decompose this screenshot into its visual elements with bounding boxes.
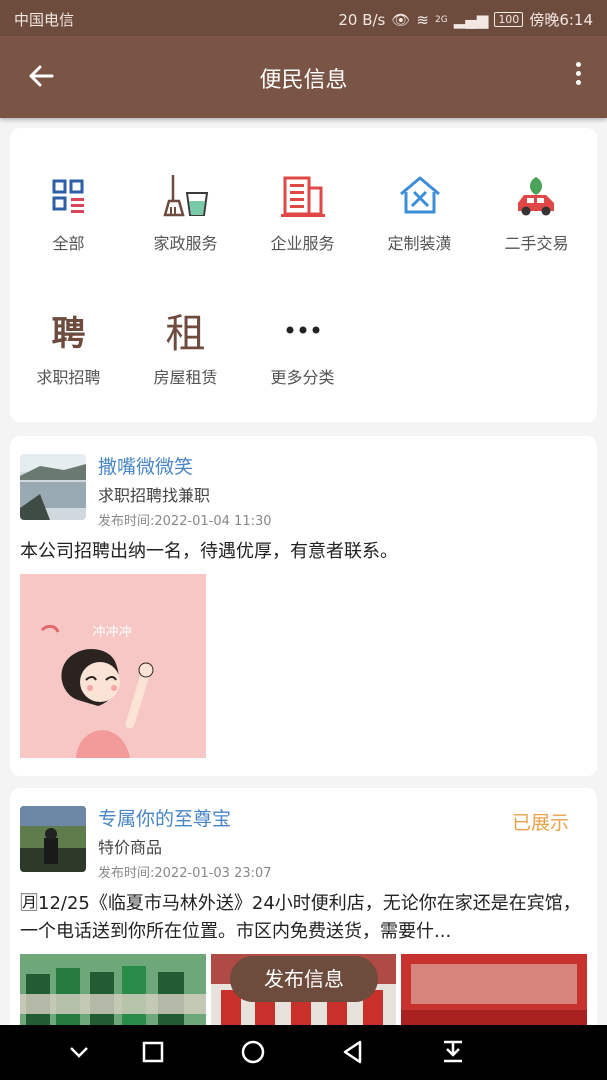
grid-list-icon bbox=[45, 172, 93, 220]
eye-icon: 👁 bbox=[391, 10, 411, 29]
avatar[interactable] bbox=[20, 806, 86, 872]
category-label: 家政服务 bbox=[153, 234, 218, 253]
category-label: 求职招聘 bbox=[36, 368, 101, 387]
category-grid: 全部 家政服务 企业服务 定制装潢 二手交易 聘 求职招聘 租 房屋租赁 更多分… bbox=[10, 128, 597, 422]
broom-bucket-icon bbox=[162, 172, 210, 220]
category-more[interactable]: 更多分类 bbox=[244, 306, 361, 388]
category-label: 房屋租赁 bbox=[153, 368, 218, 387]
post-category: 特价商品 bbox=[98, 838, 163, 857]
recents-square-icon[interactable] bbox=[138, 1037, 168, 1067]
post-username[interactable]: 撒嘴微微笑 bbox=[98, 452, 193, 479]
office-building-icon bbox=[279, 172, 327, 220]
post-content: 🈷12/25《临夏市马林外送》24小时便利店，无论你在家还是在宾馆，一个电话送到… bbox=[20, 893, 581, 942]
app-bar: 便民信息 bbox=[0, 36, 607, 118]
category-label: 企业服务 bbox=[270, 234, 335, 253]
category-housekeeping[interactable]: 家政服务 bbox=[127, 172, 244, 254]
house-rent-char-icon: 租 bbox=[165, 311, 206, 357]
post-time: 发布时间:2022-01-03 23:07 bbox=[98, 866, 272, 881]
wifi-icon: ≋ bbox=[416, 10, 429, 29]
more-menu-icon[interactable] bbox=[571, 62, 585, 92]
recruit-char-icon: 聘 bbox=[51, 313, 86, 354]
house-tools-icon bbox=[396, 172, 444, 220]
home-circle-icon[interactable] bbox=[238, 1037, 268, 1067]
signal-icon: ▂▄▆ bbox=[453, 10, 489, 29]
avatar[interactable] bbox=[20, 454, 86, 520]
car-leaf-icon bbox=[513, 172, 561, 220]
network-type: 2G bbox=[435, 14, 448, 25]
category-label: 全部 bbox=[52, 234, 85, 253]
post-card[interactable]: 专属你的至尊宝 已展示 特价商品 发布时间:2022-01-03 23:07 🈷… bbox=[10, 788, 597, 1048]
carrier-label: 中国电信 bbox=[14, 11, 75, 29]
category-all[interactable]: 全部 bbox=[10, 172, 127, 254]
post-content: 本公司招聘出纳一名，待遇优厚，有意者联系。 bbox=[20, 541, 398, 562]
category-decoration[interactable]: 定制装潢 bbox=[361, 172, 478, 254]
post-card[interactable]: 撒嘴微微笑 求职招聘找兼职 发布时间:2022-01-04 11:30 本公司招… bbox=[10, 436, 597, 776]
status-badge: 已展示 bbox=[511, 812, 569, 834]
back-triangle-icon[interactable] bbox=[338, 1037, 368, 1067]
chevron-down-icon[interactable] bbox=[64, 1037, 94, 1067]
post-category: 求职招聘找兼职 bbox=[98, 486, 211, 505]
category-rental[interactable]: 租 房屋租赁 bbox=[127, 306, 244, 388]
battery-indicator: 100 bbox=[494, 12, 524, 27]
clock: 傍晚6:14 bbox=[529, 11, 593, 29]
category-label: 更多分类 bbox=[270, 368, 335, 387]
system-nav-bar bbox=[0, 1025, 607, 1080]
notification-pull-icon[interactable] bbox=[438, 1037, 468, 1067]
category-label: 定制装潢 bbox=[387, 234, 452, 253]
status-bar: 中国电信 20 B/s 👁 ≋ 2G ▂▄▆ 100 傍晚6:14 bbox=[0, 0, 607, 36]
category-label: 二手交易 bbox=[504, 234, 569, 253]
network-speed: 20 B/s bbox=[338, 10, 386, 29]
publish-button[interactable]: 发布信息 bbox=[230, 956, 378, 1002]
image-caption: 冲冲冲 bbox=[92, 625, 131, 640]
page-title: 便民信息 bbox=[259, 68, 348, 93]
post-time: 发布时间:2022-01-04 11:30 bbox=[98, 514, 272, 529]
category-jobs[interactable]: 聘 求职招聘 bbox=[10, 306, 127, 388]
post-image[interactable]: 冲冲冲 bbox=[20, 574, 206, 758]
category-enterprise[interactable]: 企业服务 bbox=[244, 172, 361, 254]
post-username[interactable]: 专属你的至尊宝 bbox=[98, 804, 231, 831]
category-secondhand[interactable]: 二手交易 bbox=[478, 172, 595, 254]
more-dots-icon bbox=[279, 306, 327, 354]
